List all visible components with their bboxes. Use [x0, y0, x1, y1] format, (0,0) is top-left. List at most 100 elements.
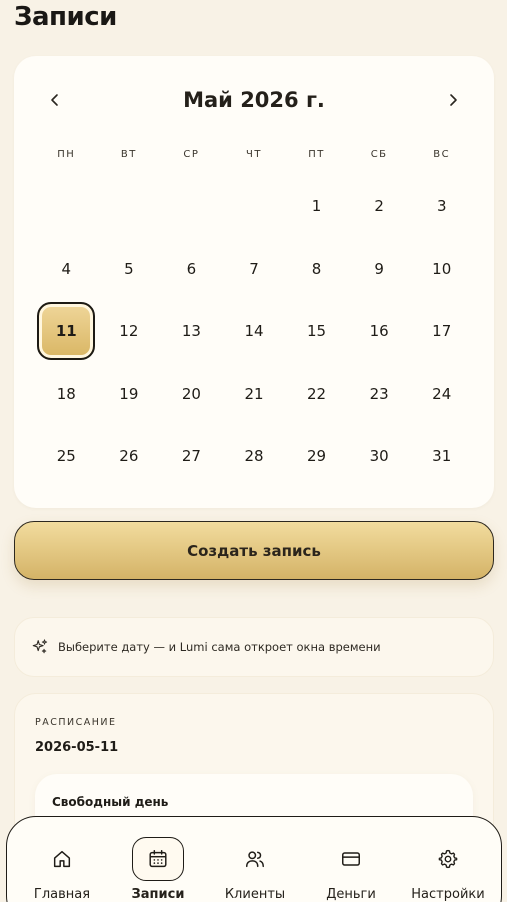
calendar-empty-cell [35, 175, 98, 238]
create-record-button[interactable]: Создать запись [14, 521, 494, 580]
weekday-label: ПН [57, 149, 76, 160]
calendar-card: Май 2026 г. ПН ВТ СР ЧТ ПТ СБ ВС 1 2 3 4 5 6 7 8 9 10 11… [14, 56, 494, 508]
calendar-day[interactable]: 3 [410, 175, 473, 238]
weekday-label: СБ [370, 149, 388, 160]
calendar-day[interactable]: 27 [160, 425, 223, 488]
weekday-label: ВС [433, 149, 451, 160]
page-title: Записи [14, 2, 117, 32]
calendar-empty-cell [160, 175, 223, 238]
calendar-day[interactable]: 7 [223, 238, 286, 301]
calendar-day[interactable]: 14 [223, 300, 286, 363]
nav-label-money: Деньги [326, 887, 376, 902]
calendar-day-number: 18 [56, 384, 76, 403]
calendar-day-number: 20 [181, 384, 201, 403]
calendar-day-number: 4 [61, 259, 72, 278]
calendar-day[interactable]: 15 [285, 300, 348, 363]
calendar-day[interactable]: 5 [98, 238, 161, 301]
calendar-day[interactable]: 4 [35, 238, 98, 301]
calendar-day-number: 21 [244, 384, 264, 403]
nav-item-money[interactable]: Деньги [303, 837, 399, 902]
calendar-day-number: 17 [432, 322, 452, 341]
calendar-day-number: 6 [186, 259, 197, 278]
calendar-day[interactable]: 6 [160, 238, 223, 301]
nav-item-home[interactable]: Главная [14, 837, 110, 902]
calendar-day[interactable]: 24 [410, 363, 473, 426]
calendar-day[interactable]: 18 [35, 363, 98, 426]
nav-item-records[interactable]: Записи [110, 837, 206, 902]
calendar-day[interactable]: 30 [348, 425, 411, 488]
weekday-label: ВТ [120, 149, 137, 160]
calendar-day[interactable]: 20 [160, 363, 223, 426]
weekday-label: ЧТ [246, 149, 262, 160]
calendar-day[interactable]: 13 [160, 300, 223, 363]
nav-label-settings: Настройки [411, 887, 485, 902]
calendar-day-number: 28 [244, 447, 264, 466]
weekday-header: ПН ВТ СР ЧТ ПТ СБ ВС [35, 149, 473, 160]
calendar-day-number: 22 [307, 384, 327, 403]
calendar-day[interactable]: 8 [285, 238, 348, 301]
calendar-day[interactable]: 19 [98, 363, 161, 426]
calendar-day-number: 10 [432, 259, 452, 278]
nav-label-home: Главная [33, 887, 91, 902]
calendar-day-number: 8 [311, 259, 322, 278]
calendar-day[interactable]: 17 [410, 300, 473, 363]
weekday-label: СР [183, 149, 200, 160]
hint-text: Выберите дату — и Lumi сама откроет окна… [58, 640, 381, 654]
credit-card-icon [342, 852, 360, 866]
calendar-day-number: 5 [124, 259, 134, 278]
calendar-day[interactable]: 29 [285, 425, 348, 488]
calendar-day-number: 29 [307, 447, 327, 466]
calendar-day[interactable]: 22 [285, 363, 348, 426]
calendar-icon [149, 850, 167, 868]
calendar-day-number: 2 [374, 197, 384, 216]
gear-icon [438, 849, 458, 869]
nav-item-settings[interactable]: Настройки [400, 837, 496, 902]
calendar-day-number: 19 [119, 384, 139, 403]
bottom-navigation: Главная Записи Клиенты Деньги Настройки [6, 816, 502, 902]
calendar-day[interactable]: 21 [223, 363, 286, 426]
calendar-day[interactable]: 23 [348, 363, 411, 426]
weekday-label: ПТ [308, 149, 325, 160]
next-month-button[interactable] [438, 86, 468, 114]
nav-label-clients: Клиенты [224, 887, 286, 902]
calendar-day-number: 14 [244, 322, 264, 341]
calendar-day[interactable]: 9 [348, 238, 411, 301]
calendar-day-number: 1 [311, 197, 322, 216]
calendar-empty-cell [223, 175, 286, 238]
slot-title: Свободный день [52, 795, 169, 809]
calendar-day-number: 31 [432, 447, 452, 466]
calendar-day-number: 11 [37, 302, 96, 361]
calendar-day-number: 15 [307, 322, 327, 341]
calendar-day[interactable]: 16 [348, 300, 411, 363]
calendar-day-number: 3 [436, 197, 447, 216]
schedule-date: 2026-05-11 [35, 740, 119, 755]
nav-label-records: Записи [131, 887, 185, 902]
schedule-label: РАСПИСАНИЕ [35, 717, 117, 728]
calendar-day-selected[interactable]: 11 [35, 300, 98, 363]
calendar-month-label: Май 2026 г. [183, 88, 325, 112]
calendar-day[interactable]: 12 [98, 300, 161, 363]
sparkles-icon [32, 639, 48, 654]
calendar-day[interactable]: 26 [98, 425, 161, 488]
calendar-day[interactable]: 31 [410, 425, 473, 488]
calendar-day[interactable]: 10 [410, 238, 473, 301]
calendar-day[interactable]: 25 [35, 425, 98, 488]
calendar-day-number: 30 [369, 447, 389, 466]
nav-item-clients[interactable]: Клиенты [207, 837, 303, 902]
home-icon [53, 850, 71, 868]
calendar-day-number: 24 [432, 384, 452, 403]
chevron-right-icon [450, 94, 457, 106]
calendar-day-number: 7 [249, 259, 259, 278]
calendar-day[interactable]: 28 [223, 425, 286, 488]
calendar-day-number: 23 [369, 384, 389, 403]
calendar-day-number: 16 [369, 322, 389, 341]
calendar-day-number: 13 [181, 322, 201, 341]
calendar-day[interactable]: 1 [285, 175, 348, 238]
calendar-empty-cell [98, 175, 161, 238]
calendar-days-grid: 1 2 3 4 5 6 7 8 9 10 11 12 13 14 15 16 17 18 19 20 21 22 23 24 2… [35, 175, 473, 488]
calendar-day-number: 26 [119, 447, 139, 466]
calendar-day-number: 12 [119, 322, 139, 341]
calendar-day-number: 25 [56, 447, 76, 466]
calendar-day-number: 27 [181, 447, 201, 466]
calendar-day[interactable]: 2 [348, 175, 411, 238]
